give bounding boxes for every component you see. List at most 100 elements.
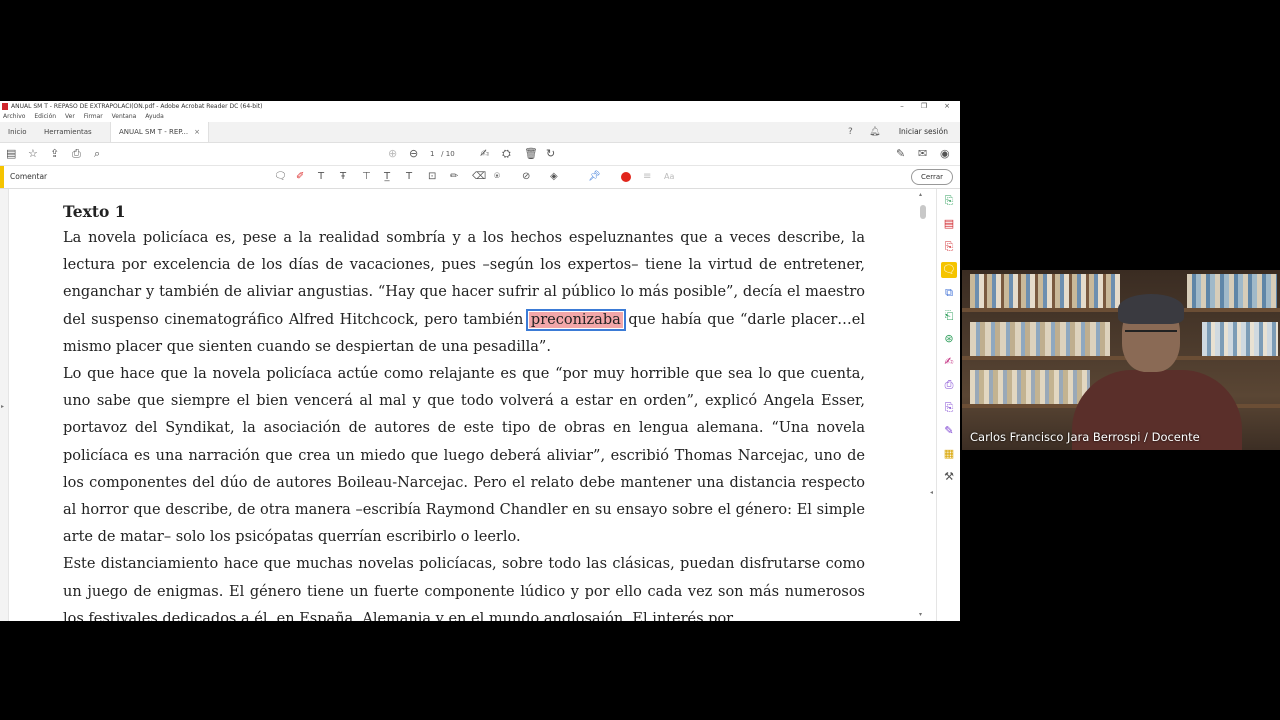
menu-help[interactable]: Ayuda xyxy=(145,112,164,122)
eraser-icon[interactable]: ⌫ xyxy=(472,170,486,184)
organize-pages-icon[interactable]: ⎗ xyxy=(941,308,957,324)
menu-sign[interactable]: Firmar xyxy=(84,112,103,122)
minimize-button[interactable]: – xyxy=(895,101,909,112)
acrobat-window: ANUAL SM T - REPASO DE EXTRAPOLACI(ON.pd… xyxy=(0,101,960,621)
page-indicator[interactable]: 1 / 10 xyxy=(430,147,455,161)
insert-text-icon[interactable]: T̲ xyxy=(384,170,390,184)
person-hair xyxy=(1118,294,1184,324)
prepare-form-icon[interactable]: ▦ xyxy=(941,446,957,462)
pin-icon[interactable]: 📌︎ xyxy=(588,170,601,184)
menu-view[interactable]: Ver xyxy=(65,112,75,122)
participant-name: Carlos Francisco Jara Berrospi / Docente xyxy=(970,430,1200,444)
upload-icon[interactable]: ⇪ xyxy=(50,147,59,161)
pencil-icon[interactable]: ✏ xyxy=(450,170,458,184)
highlight-pen-icon[interactable]: ✐ xyxy=(296,170,304,184)
rotate-icon[interactable]: ↻ xyxy=(546,147,555,161)
tab-home[interactable]: Inicio xyxy=(0,122,35,142)
books xyxy=(970,322,1110,356)
stamp-tool-icon[interactable]: ⍟ xyxy=(494,170,500,184)
create-pdf-icon[interactable]: ▤ xyxy=(941,216,957,232)
underline-text-icon[interactable]: T xyxy=(318,170,324,184)
bell-icon[interactable]: 🔔︎ xyxy=(869,127,880,137)
highlighted-word[interactable]: preconizaba xyxy=(525,308,626,331)
mail-icon[interactable]: ✉ xyxy=(918,147,927,161)
add-text-icon[interactable]: T xyxy=(406,170,412,184)
scroll-down-icon[interactable]: ▾ xyxy=(919,611,922,618)
vertical-scrollbar[interactable]: ▴ ▾ xyxy=(918,189,928,621)
comment-toolbar: Comentar 🗨︎ ✐ T Ŧ ⊤ T̲ T ⊡ ✏ ⌫ ⍟ ⊘ ◈ 📌︎ … xyxy=(0,166,960,189)
books xyxy=(1187,274,1277,308)
menu-file[interactable]: Archivo xyxy=(3,112,25,122)
bookmark-star-icon[interactable]: ☆ xyxy=(28,147,38,161)
menu-edit[interactable]: Edición xyxy=(34,112,56,122)
main-toolbar: ▤ ☆ ⇪ ⎙ ⌕ ⊕ ⊖ 1 / 10 ✍︎ ⛭ 🗑︎ ↻ ✎ ✉ ◉ xyxy=(0,143,960,166)
next-page-icon[interactable]: ⊖ xyxy=(409,147,418,161)
books xyxy=(970,274,1120,308)
fill-sign-icon[interactable]: ✎ xyxy=(896,147,905,161)
webcam-feed: Carlos Francisco Jara Berrospi / Docente xyxy=(962,270,1280,450)
sticky-note-icon[interactable]: 🗨︎ xyxy=(274,170,287,184)
text-box-icon[interactable]: ⊡ xyxy=(428,170,436,184)
sign-in-link[interactable]: Iniciar sesión xyxy=(899,122,948,142)
pdf-app-icon xyxy=(2,103,8,110)
strikethrough-text-icon[interactable]: Ŧ xyxy=(340,170,346,184)
paragraph-2: Lo que hace que la novela policíaca actú… xyxy=(63,366,865,546)
account-icon[interactable]: ◉ xyxy=(940,147,950,161)
collapse-right-panel-icon[interactable]: ◂ xyxy=(930,489,933,496)
more-tools-icon[interactable]: ⚒ xyxy=(941,469,957,485)
page-total: / 10 xyxy=(441,150,455,158)
trash-icon[interactable]: 🗑︎ xyxy=(524,147,538,161)
comment-tool-icon[interactable]: 🗨︎ xyxy=(941,262,957,278)
color-picker-icon[interactable] xyxy=(621,172,631,182)
menu-window[interactable]: Ventana xyxy=(112,112,137,122)
create-icon[interactable]: ▤ xyxy=(6,147,16,161)
close-comment-button[interactable]: Cerrar xyxy=(911,169,953,185)
zoom-search-icon[interactable]: ⌕ xyxy=(94,147,100,161)
print-icon[interactable]: ⎙ xyxy=(72,147,81,161)
books xyxy=(1202,322,1278,356)
tab-document[interactable]: ANUAL SM T - REP... × xyxy=(110,122,209,142)
font-size-icon[interactable]: Aa xyxy=(664,170,674,184)
window-title: ANUAL SM T - REPASO DE EXTRAPOLACI(ON.pd… xyxy=(11,103,263,110)
request-signature-icon[interactable]: ⎘ xyxy=(941,400,957,416)
paragraph-3: Este distanciamiento hace que muchas nov… xyxy=(63,556,865,621)
expand-left-panel-icon[interactable]: ▸ xyxy=(1,403,4,410)
close-window-button[interactable]: × xyxy=(940,101,954,112)
attach-icon[interactable]: ⊘ xyxy=(522,170,530,184)
close-tab-icon[interactable]: × xyxy=(194,128,200,136)
scan-ocr-icon[interactable]: ⊛ xyxy=(941,331,957,347)
paragraph-1: La novela policíaca es, pese a la realid… xyxy=(63,225,865,361)
scrollbar-thumb[interactable] xyxy=(920,205,926,219)
previous-page-icon[interactable]: ⊕ xyxy=(388,147,397,161)
menu-bar: Archivo Edición Ver Firmar Ventana Ayuda xyxy=(0,112,960,122)
page-current[interactable]: 1 xyxy=(430,150,434,158)
sign-icon[interactable]: ✍︎ xyxy=(480,147,489,161)
tab-tools[interactable]: Herramientas xyxy=(36,122,100,142)
bookshelf xyxy=(962,356,1280,360)
tab-bar: Inicio Herramientas ANUAL SM T - REP... ×… xyxy=(0,122,960,143)
tools-side-panel: ⎘ ▤ ⎘ 🗨︎ ⧉ ⎗ ⊛ ✍︎ ⎙ ⎘ ✎ ▦ ⚒ xyxy=(936,189,960,621)
comment-accent-bar xyxy=(0,166,4,188)
combine-files-icon[interactable]: ⧉ xyxy=(941,285,957,301)
books xyxy=(970,370,1090,404)
help-icon[interactable]: ? xyxy=(848,127,853,137)
document-heading: Texto 1 xyxy=(63,202,126,221)
replace-text-icon[interactable]: ⊤ xyxy=(362,170,371,184)
restore-button[interactable]: ❐ xyxy=(917,101,931,112)
tab-document-label: ANUAL SM T - REP... xyxy=(119,128,189,136)
left-panel-collapsed[interactable]: ▸ xyxy=(0,189,9,621)
export-pdf-icon[interactable]: ⎘ xyxy=(941,193,957,209)
glasses xyxy=(1125,330,1177,342)
scroll-up-icon[interactable]: ▴ xyxy=(919,191,922,198)
stamp-icon[interactable]: ⛭ xyxy=(502,147,511,161)
document-viewport[interactable]: ▸ Texto 1 La novela policíaca es, pese a… xyxy=(0,189,936,621)
send-for-comments-icon[interactable]: ✎ xyxy=(941,423,957,439)
pdf-page: Texto 1 La novela policíaca es, pese a l… xyxy=(63,199,865,621)
line-weight-icon[interactable]: ≡ xyxy=(643,170,651,184)
shapes-icon[interactable]: ◈ xyxy=(550,170,558,184)
title-bar: ANUAL SM T - REPASO DE EXTRAPOLACI(ON.pd… xyxy=(0,101,960,112)
edit-pdf-icon[interactable]: ⎘ xyxy=(941,239,957,255)
protect-icon[interactable]: ⎙ xyxy=(941,377,957,393)
comment-label: Comentar xyxy=(10,172,48,181)
fill-and-sign-icon[interactable]: ✍︎ xyxy=(941,354,957,370)
